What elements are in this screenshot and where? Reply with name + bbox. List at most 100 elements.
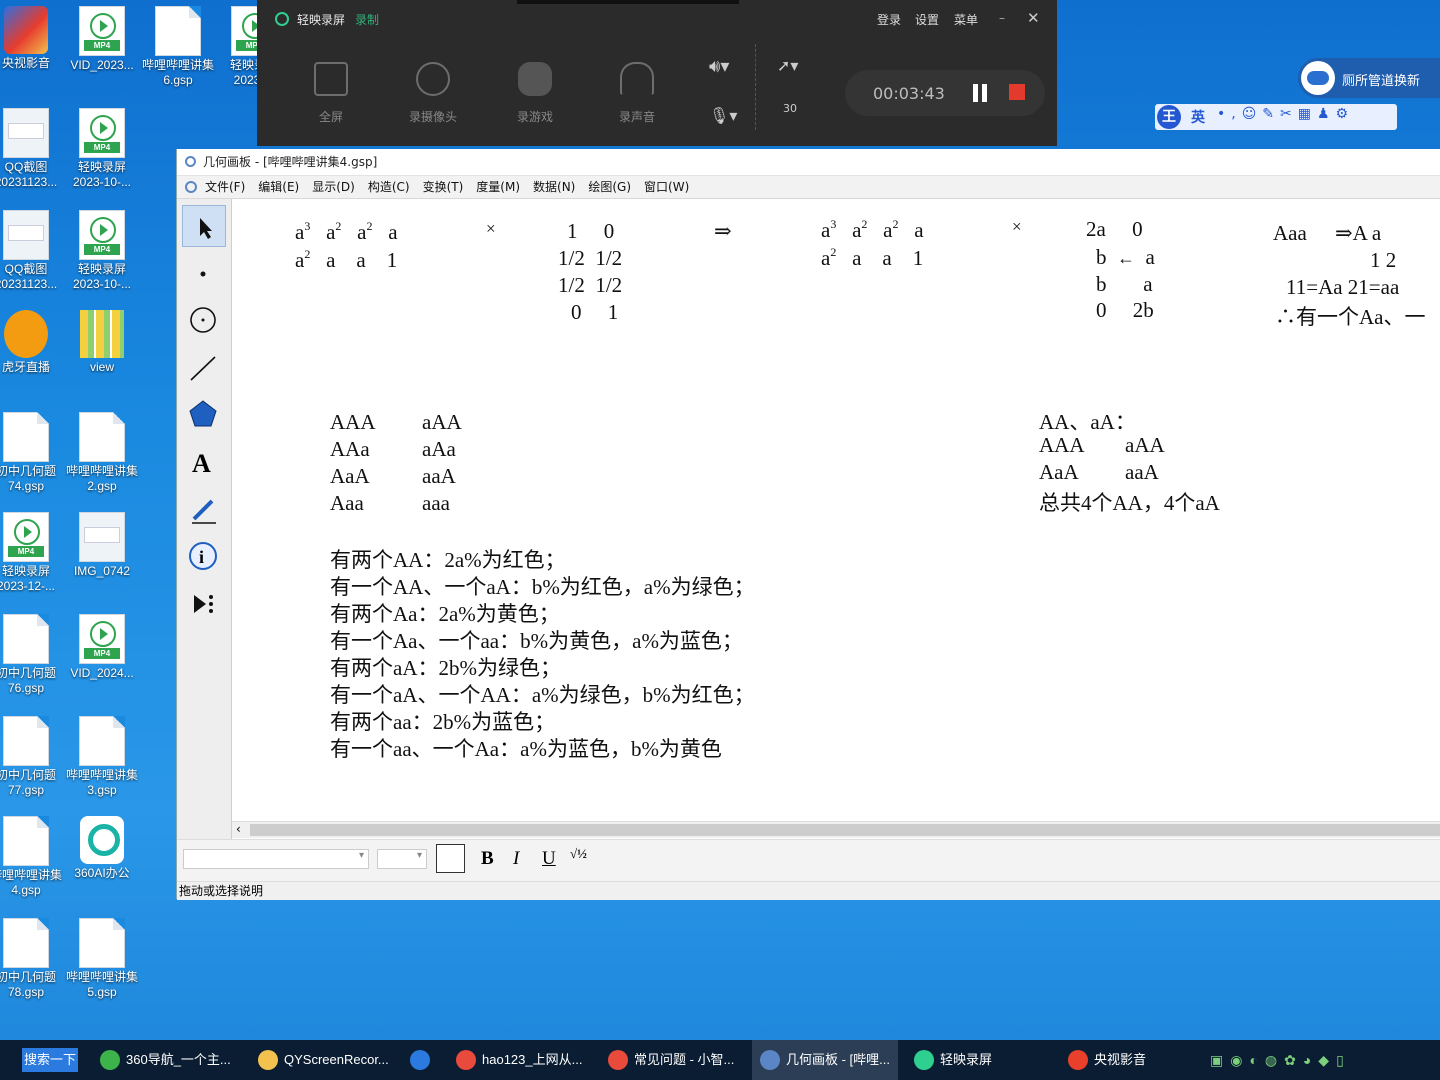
desktop-icon-label: 央视影音 xyxy=(1,56,50,70)
login-button[interactable]: 登录 xyxy=(877,11,901,28)
menu-item[interactable]: 绘图(G) xyxy=(588,180,631,194)
menu-item[interactable]: 度量(M) xyxy=(476,180,520,194)
taskbar-item[interactable]: 轻映录屏 xyxy=(906,1040,1046,1080)
taskbar-item[interactable]: 央视影音 xyxy=(1060,1040,1170,1080)
desktop-icon[interactable]: MP4 轻映录屏 2023-12-... xyxy=(0,512,64,594)
font-size-select[interactable]: ▾ xyxy=(377,849,427,869)
combination-item: aAa xyxy=(422,437,456,461)
taskbar-item-label: 央视影音 xyxy=(1094,1052,1147,1067)
math-format-icon[interactable]: √½ xyxy=(570,846,587,862)
drawing-canvas[interactable]: a3 a2 a2 a a2 a a 1 × 1 0 1/2 1/2 1/2 1/… xyxy=(232,199,1440,826)
tray-icons[interactable]: ▣◉◐◍✿◕◆▯ xyxy=(1210,1052,1351,1069)
game-mode-button[interactable]: 录游戏 xyxy=(505,62,565,125)
desktop-icon[interactable]: MP4 VID_2023... xyxy=(64,6,140,73)
select-arrow-tool[interactable] xyxy=(182,205,226,247)
desktop-icon-label: 哔哩哔哩讲集 3.gsp xyxy=(65,768,138,797)
mp4-file-icon: MP4 xyxy=(79,210,125,260)
taskbar-item[interactable]: 360导航_一个主... xyxy=(92,1040,238,1080)
taskbar-item-label: 常见问题 - 小智... xyxy=(634,1052,735,1067)
desktop-icon[interactable]: 初中几何题 74.gsp xyxy=(0,412,64,494)
webcam-mode-button[interactable]: 录摄像头 xyxy=(403,62,463,125)
desktop-icon[interactable]: 哔哩哔哩讲集 6.gsp xyxy=(140,6,216,88)
menu-item[interactable]: 窗口(W) xyxy=(644,180,689,194)
desktop-icon[interactable]: 虎牙直播 xyxy=(0,310,64,375)
horizontal-scrollbar[interactable]: ‹ xyxy=(232,821,1440,838)
status-bar: 拖动或选择说明 xyxy=(177,881,1440,900)
bold-button[interactable]: B xyxy=(481,848,494,870)
italic-button[interactable]: I xyxy=(513,848,519,870)
desktop-icon[interactable]: QQ截图 20231123... xyxy=(0,108,64,190)
menu-button[interactable]: 菜单 xyxy=(954,11,978,28)
desktop-icon[interactable]: 初中几何题 77.gsp xyxy=(0,716,64,798)
menu-item[interactable]: 数据(N) xyxy=(533,180,575,194)
marker-tool[interactable] xyxy=(182,489,226,531)
menu-item[interactable]: 文件(F) xyxy=(205,180,245,194)
desktop-icon[interactable]: MP4 VID_2024... xyxy=(64,614,140,681)
microphone-icon[interactable]: 🎙︎▾ xyxy=(709,106,737,125)
fps-selector[interactable]: 30 xyxy=(783,102,797,115)
close-icon[interactable]: ✕ xyxy=(1027,9,1040,27)
ime-tool-icons[interactable]: •,☺✎✂▦♟⚙ xyxy=(1217,106,1354,122)
info-icon: i xyxy=(189,542,217,570)
desktop-icon[interactable]: MP4 轻映录屏 2023-10-... xyxy=(64,210,140,292)
taskbar-item[interactable]: hao123_上网从... xyxy=(448,1040,588,1080)
desktop-icon-label: 初中几何题 78.gsp xyxy=(0,970,56,999)
scroll-thumb[interactable] xyxy=(250,824,1440,836)
pause-icon[interactable] xyxy=(971,84,989,102)
text-tool[interactable]: A xyxy=(182,441,226,483)
taskbar-item[interactable]: 常见问题 - 小智... xyxy=(600,1040,740,1080)
point-tool[interactable] xyxy=(182,253,226,295)
ad-widget[interactable]: 厕所管道换新 xyxy=(1298,58,1440,98)
color-swatch[interactable] xyxy=(436,844,465,873)
audio-mode-button[interactable]: 录声音 xyxy=(607,62,667,125)
desktop-icon[interactable]: 哔哩哔哩讲集 2.gsp xyxy=(64,412,140,494)
taskbar-item[interactable]: 几何画板 - [哔哩... xyxy=(752,1040,898,1080)
webcam-label: 录摄像头 xyxy=(408,110,457,124)
custom-tool[interactable] xyxy=(182,583,226,625)
font-family-select[interactable]: ▾ xyxy=(183,849,369,869)
desktop-icon[interactable]: IMG_0742 xyxy=(64,512,140,579)
menu-item[interactable]: 编辑(E) xyxy=(258,180,299,194)
menu-item[interactable]: 显示(D) xyxy=(312,180,355,194)
scroll-left-icon[interactable]: ‹ xyxy=(236,822,241,836)
desktop-icon-label: 轻映录屏 2023-10-... xyxy=(72,262,132,291)
search-button[interactable]: 搜索一下 xyxy=(22,1048,78,1072)
desktop-icon[interactable]: MP4 轻映录屏 2023-10-... xyxy=(64,108,140,190)
desktop-icon[interactable]: 央视影音 xyxy=(0,6,64,71)
desktop-icon[interactable]: view xyxy=(64,310,140,375)
color-rule-line: 有两个aA：2b%为绿色； xyxy=(330,656,561,680)
desktop-icon[interactable]: QQ截图 20231123... xyxy=(0,210,64,292)
info-tool[interactable]: i xyxy=(182,535,226,577)
menu-item[interactable]: 构造(C) xyxy=(368,180,410,194)
polygon-tool[interactable] xyxy=(182,393,226,435)
combination-item: aAA xyxy=(422,410,462,434)
menu-item[interactable]: 变换(T) xyxy=(423,180,464,194)
stop-icon[interactable] xyxy=(1009,84,1025,100)
cursor-icon[interactable]: ➚▾ xyxy=(777,56,798,75)
desktop-icon-label: 虎牙直播 xyxy=(1,360,50,374)
desktop-icon[interactable]: 360AI办公 xyxy=(64,816,140,881)
straightedge-tool[interactable] xyxy=(182,347,226,389)
fullscreen-mode-button[interactable]: 全屏 xyxy=(301,62,361,125)
fullscreen-label: 全屏 xyxy=(318,110,343,124)
desktop-icon[interactable]: 哔哩哔哩讲集 4.gsp xyxy=(0,816,64,898)
desktop-icon[interactable]: 哔哩哔哩讲集 3.gsp xyxy=(64,716,140,798)
minimize-icon[interactable]: – xyxy=(999,11,1005,25)
recorder-mode-dropdown[interactable]: 录制 xyxy=(355,13,379,27)
color-rule-line: 有一个AA、一个aA：b%为红色，a%为绿色； xyxy=(330,575,755,599)
taskbar-item[interactable] xyxy=(402,1040,438,1080)
aa-item: AaA xyxy=(1039,460,1079,484)
taskbar-item[interactable]: QYScreenRecor... xyxy=(250,1040,394,1080)
app-icon xyxy=(456,1050,476,1070)
underline-button[interactable]: U xyxy=(542,848,556,870)
settings-button[interactable]: 设置 xyxy=(915,11,939,28)
desktop-icon[interactable]: 初中几何题 76.gsp xyxy=(0,614,64,696)
recorder-title: 轻映录屏 录制 xyxy=(275,11,379,28)
ime-language-toggle[interactable]: 英 xyxy=(1191,107,1205,127)
matrix2-row4: 0 1 xyxy=(571,300,619,324)
speaker-icon[interactable]: 🔊︎▾ xyxy=(709,56,729,77)
compass-tool[interactable] xyxy=(182,299,226,341)
desktop-icon[interactable]: 哔哩哔哩讲集 5.gsp xyxy=(64,918,140,1000)
desktop-icon[interactable]: 初中几何题 78.gsp xyxy=(0,918,64,1000)
ime-logo-icon[interactable]: 王 xyxy=(1157,105,1181,129)
